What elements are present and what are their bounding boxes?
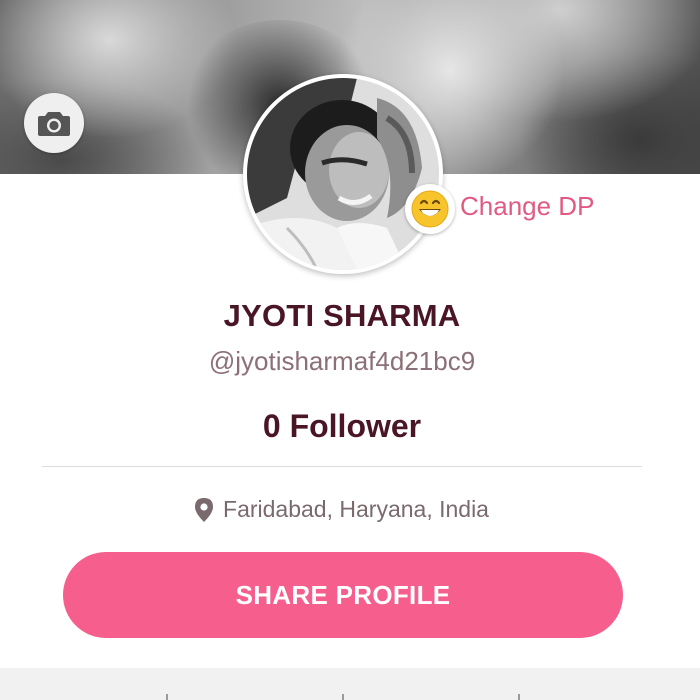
- location-text: Faridabad, Haryana, India: [223, 496, 489, 522]
- change-cover-button[interactable]: [24, 93, 84, 153]
- change-dp-label[interactable]: Change DP: [460, 190, 594, 222]
- tab-divider: [518, 694, 520, 700]
- profile-picture[interactable]: [243, 74, 443, 274]
- tab-divider: [166, 694, 168, 700]
- camera-icon: [38, 112, 70, 136]
- tab-divider: [342, 694, 344, 700]
- avatar-photo: [247, 78, 439, 270]
- profile-name: JYOTI SHARMA: [223, 298, 461, 333]
- grinning-face-icon: [411, 190, 449, 228]
- profile-handle: @jyotisharmaf4d21bc9: [208, 346, 476, 376]
- follower-count[interactable]: 0 Follower: [0, 408, 684, 445]
- share-profile-button[interactable]: SHARE PROFILE: [63, 552, 623, 638]
- location-row: Faridabad, Haryana, India: [0, 496, 684, 523]
- avatar: [247, 78, 439, 270]
- change-dp-button[interactable]: [405, 184, 455, 234]
- divider: [42, 466, 642, 467]
- location-pin-icon: [195, 497, 214, 522]
- section-separator: [0, 668, 700, 700]
